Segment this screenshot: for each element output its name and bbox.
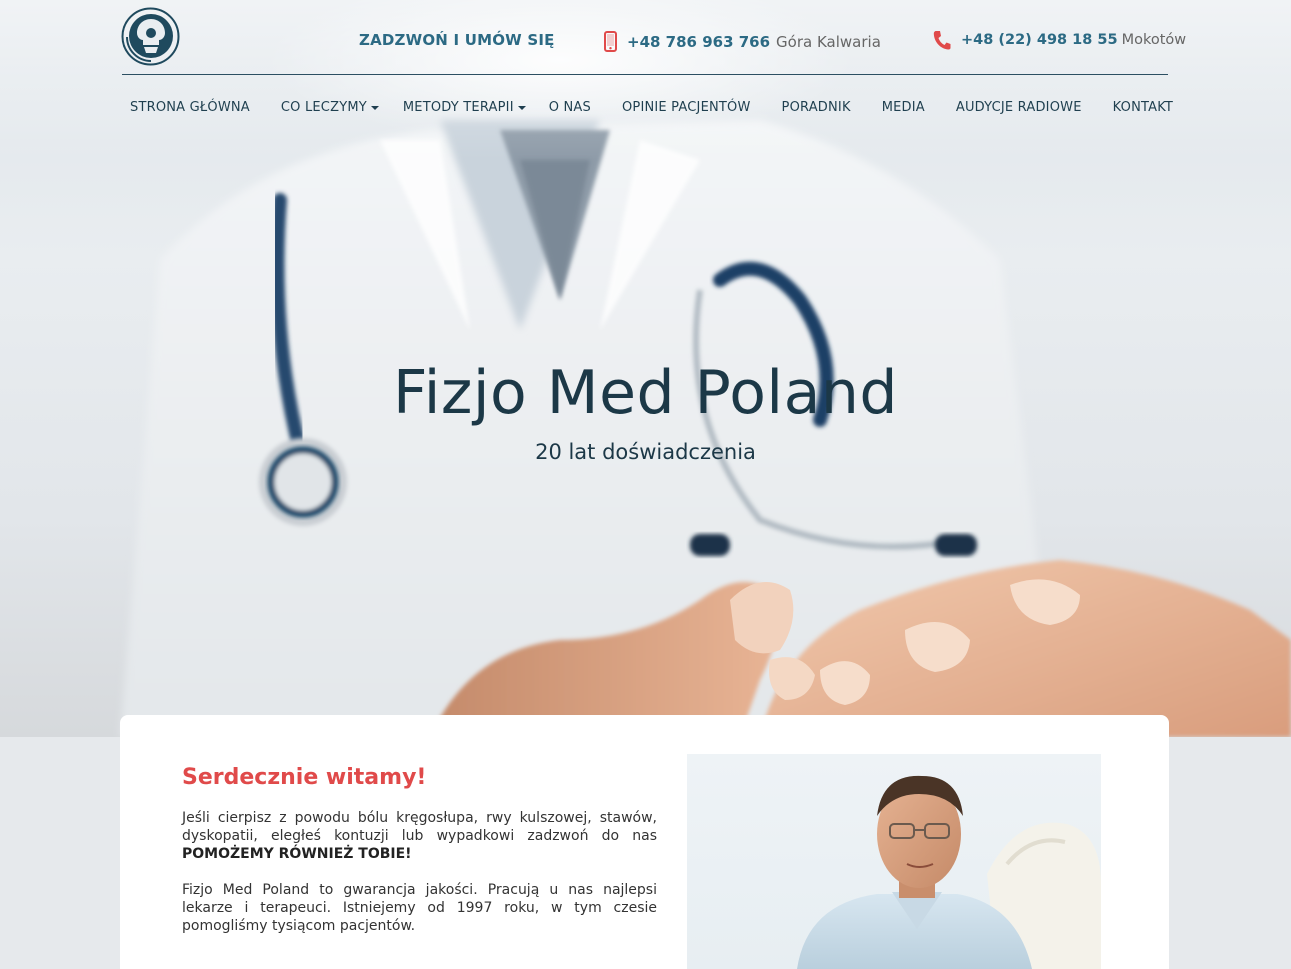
phone-mokotow[interactable]: +48 (22) 498 18 55 Mokotów [933,30,1186,50]
nav-item-strona-glowna[interactable]: STRONA GŁÓWNA [130,100,250,115]
nav-item-metody-terapii[interactable]: METODY TERAPII [403,100,526,115]
header-divider [122,74,1168,75]
hero-top-fade [0,0,1291,160]
phone-location: Góra Kalwaria [776,32,881,51]
welcome-title: Serdecznie witamy! [182,765,427,790]
nav-item-opinie-pacjentow[interactable]: OPINIE PACJENTÓW [622,100,751,115]
call-to-action-label: ZADZWOŃ I UMÓW SIĘ [359,31,555,49]
caret-down-icon [370,105,379,110]
handset-icon [933,30,951,50]
nav-item-label: MEDIA [881,100,925,115]
nav-item-label: STRONA GŁÓWNA [130,100,250,115]
nav-item-label: PORADNIK [781,100,851,115]
main-navigation: STRONA GŁÓWNA CO LECZYMY METODY TERAPII … [130,100,1173,115]
nav-item-label: METODY TERAPII [402,100,514,115]
nav-item-label: CO LECZYMY [280,100,367,115]
nav-item-label: OPINIE PACJENTÓW [621,100,751,115]
nav-item-o-nas[interactable]: O NAS [549,100,591,115]
phone-gora-kalwaria[interactable]: +48 786 963 766 Góra Kalwaria [604,31,881,52]
paragraph-text: Jeśli cierpisz z powodu bólu kręgosłupa,… [182,810,657,844]
nav-item-label: KONTAKT [1112,100,1174,115]
welcome-paragraph-2: Fizjo Med Poland to gwarancja jakości. P… [182,882,657,934]
hero-subtitle: 20 lat doświadczenia [535,440,756,464]
nav-item-kontakt[interactable]: KONTAKT [1113,100,1173,115]
doctor-portrait-photo [687,754,1101,969]
phone-number[interactable]: +48 (22) 498 18 55 [961,32,1118,48]
nav-item-audycje-radiowe[interactable]: AUDYCJE RADIOWE [956,100,1082,115]
nav-item-poradnik[interactable]: PORADNIK [782,100,851,115]
mobile-phone-icon [604,31,617,52]
phone-number[interactable]: +48 786 963 766 [627,33,770,51]
caret-down-icon [517,105,526,110]
paragraph-emphasis: POMOŻEMY RÓWNIEŻ TOBIE! [182,846,412,862]
welcome-paragraph-1: Jeśli cierpisz z powodu bólu kręgosłupa,… [182,809,657,863]
nav-item-label: AUDYCJE RADIOWE [955,100,1082,115]
hero-title: Fizjo Med Poland [393,358,898,428]
nav-item-media[interactable]: MEDIA [882,100,925,115]
nav-item-label: O NAS [548,100,591,115]
phone-location: Mokotów [1121,32,1187,48]
nav-item-co-leczymy[interactable]: CO LECZYMY [281,100,379,115]
spine-logo-icon[interactable] [121,7,180,66]
